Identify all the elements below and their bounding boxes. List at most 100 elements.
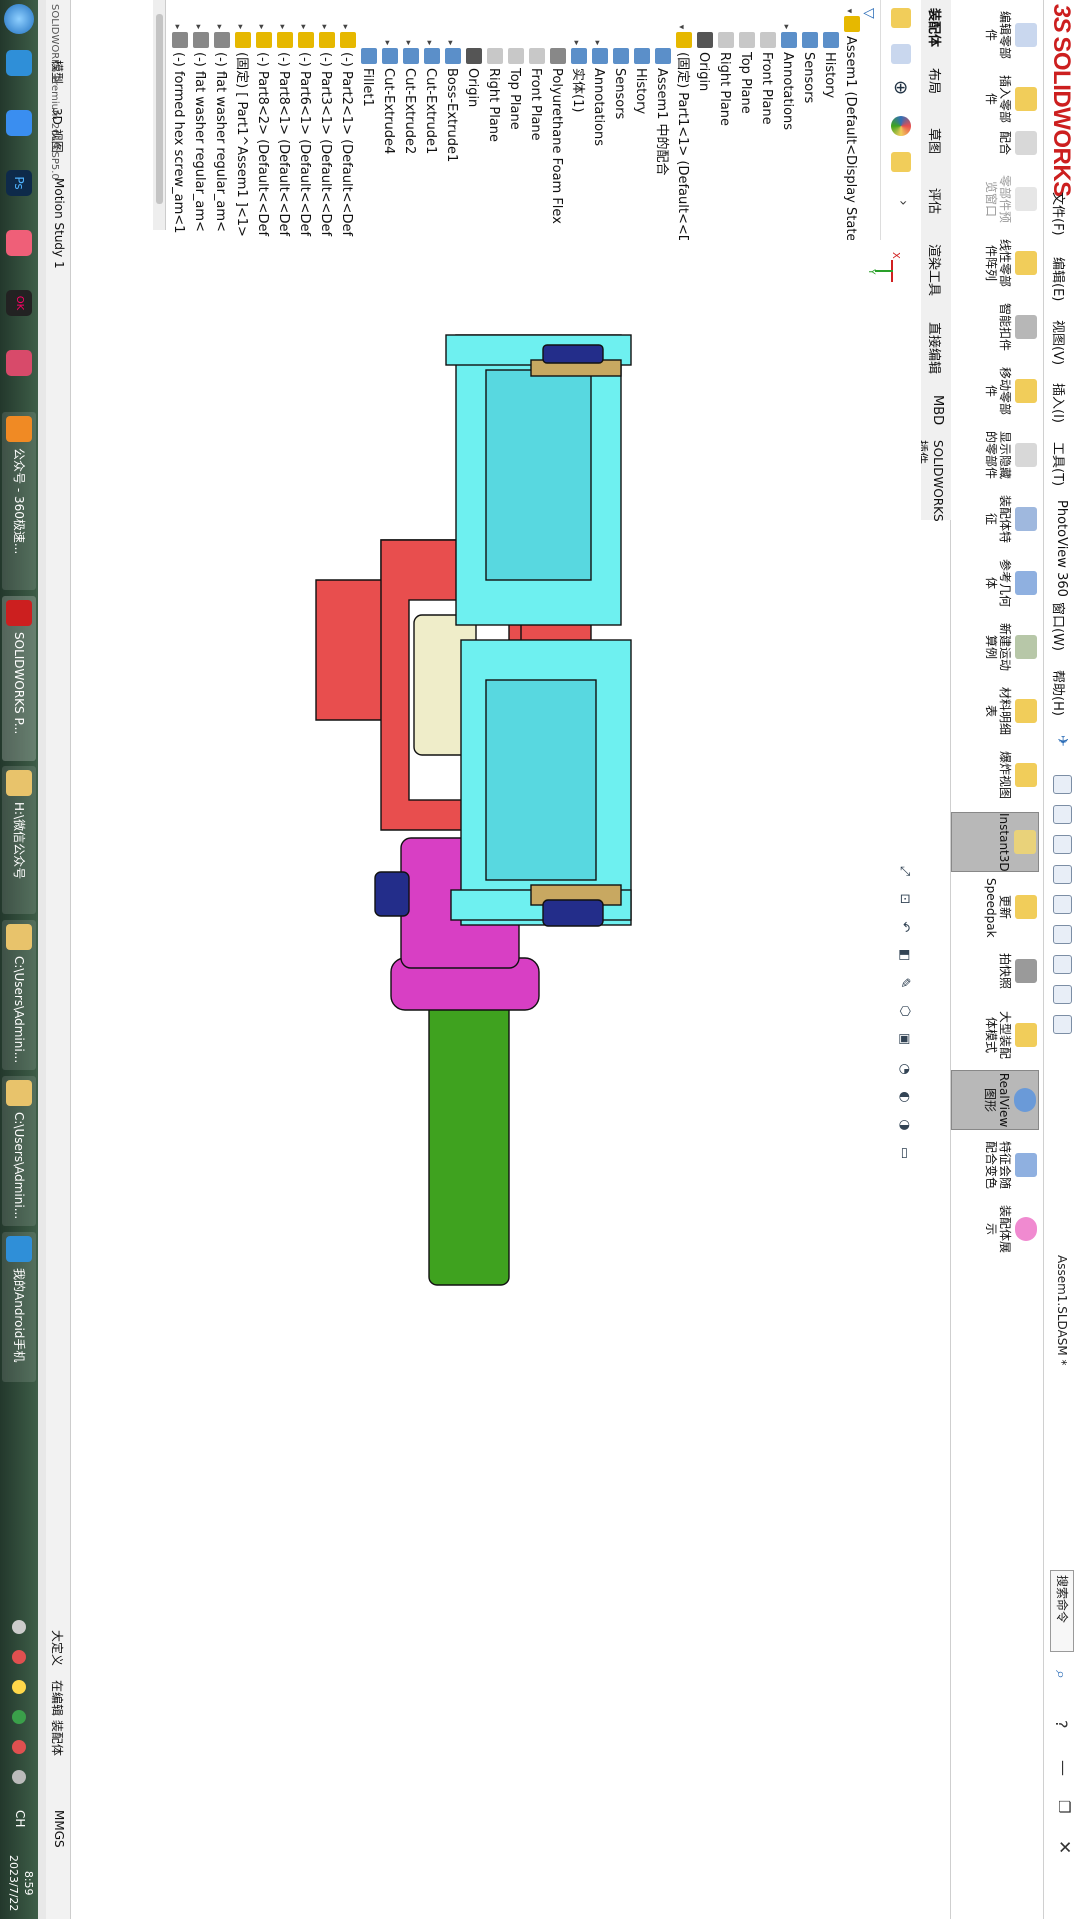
bill-of-materials-button[interactable]: 材料明细表: [953, 682, 1039, 740]
tree-item[interactable]: History: [629, 38, 651, 114]
expand-toggle-icon[interactable]: ▸: [397, 38, 419, 48]
restore-icon[interactable]: ❐: [1055, 1800, 1073, 1813]
tab-render-tools[interactable]: 渲染工具: [926, 244, 945, 296]
realview-graphics-button[interactable]: RealView图形: [951, 1070, 1039, 1130]
large-assembly-mode-button[interactable]: 大型装配体模式: [953, 1006, 1039, 1064]
expand-toggle-icon[interactable]: ▸: [565, 38, 587, 48]
tree-item[interactable]: ▾ (固定) Part1<1> (Default<<D: [671, 22, 693, 240]
component-preview-button[interactable]: 零部件预览窗口: [953, 170, 1039, 228]
tab-motion-study[interactable]: Motion Study 1: [52, 178, 66, 269]
tray-volume-icon[interactable]: [12, 1770, 26, 1784]
assembly-model[interactable]: [71, 240, 921, 1919]
show-hidden-button[interactable]: 显示隐藏的零部件: [953, 426, 1039, 484]
tree-item[interactable]: ▸ Annotations: [776, 22, 798, 130]
home-icon[interactable]: [1053, 775, 1072, 794]
open-icon[interactable]: [1053, 835, 1072, 854]
tree-item[interactable]: ▸ 实体(1): [566, 38, 588, 112]
search-commands-box[interactable]: 搜索命令: [1050, 1570, 1074, 1652]
expand-toggle-icon[interactable]: ▸: [439, 38, 461, 48]
browser-icon[interactable]: [6, 110, 32, 136]
tree-item[interactable]: History: [818, 22, 840, 98]
expand-toggle-icon[interactable]: ▸: [292, 22, 314, 32]
taskbar-folder-window[interactable]: C:\Users\Admini...: [2, 1076, 36, 1226]
tree-item[interactable]: ▸ (-) flat washer regular_am<: [188, 22, 210, 232]
menu-window[interactable]: 窗口(W): [1050, 602, 1069, 651]
options-gear-icon[interactable]: [1053, 1015, 1072, 1034]
tree-item[interactable]: Sensors: [797, 22, 819, 103]
undo-icon[interactable]: [1053, 925, 1072, 944]
tree-item[interactable]: ▸ (-) flat washer regular_am<: [209, 22, 231, 232]
linear-pattern-button[interactable]: 线性零部件阵列: [953, 234, 1039, 292]
property-manager-tab-icon[interactable]: [891, 44, 911, 64]
expand-toggle-icon[interactable]: ▸: [334, 22, 356, 32]
expand-toggle-icon[interactable]: ▸: [187, 22, 209, 32]
menu-tools[interactable]: 工具(T): [1050, 442, 1069, 486]
tree-item[interactable]: ▸ Boss-Extrude1: [440, 38, 462, 162]
tree-item[interactable]: Top Plane: [503, 38, 525, 130]
mate-color-button[interactable]: 特征会随配合变色: [953, 1136, 1039, 1194]
menu-insert[interactable]: 插入(I): [1050, 383, 1069, 423]
tab-layout[interactable]: 布局: [926, 68, 945, 94]
menu-view[interactable]: 视图(V): [1050, 320, 1069, 365]
menu-help[interactable]: 帮助(H): [1050, 670, 1069, 716]
expand-toggle-icon[interactable]: ▾: [838, 6, 860, 16]
expand-toggle-icon[interactable]: ▸: [586, 38, 608, 48]
instant3d-button[interactable]: Instant3D: [951, 812, 1039, 872]
tree-item[interactable]: Polyurethane Foam Flex: [545, 38, 567, 224]
tree-item[interactable]: ▸ (-) Part3<1> (Default<<Def: [314, 22, 336, 236]
system-clock[interactable]: 8:59 2023/7/22: [6, 1855, 36, 1911]
tree-item[interactable]: ▸ (-) Part8<1> (Default<<Def: [272, 22, 294, 236]
exploded-view-button[interactable]: 爆炸视图: [953, 746, 1039, 804]
solidworks-logo[interactable]: 3S SOLIDWORKS: [1047, 4, 1075, 197]
tray-security-icon[interactable]: [12, 1650, 26, 1664]
tree-item[interactable]: Origin: [692, 22, 714, 91]
tree-item[interactable]: Right Plane: [713, 22, 735, 126]
tree-item[interactable]: Top Plane: [734, 22, 756, 114]
tree-item[interactable]: ▾ Assem1 (Default<Display State-: [839, 6, 861, 240]
new-motion-study-button[interactable]: 新建运动算例: [953, 618, 1039, 676]
assembly-features-button[interactable]: 装配体特征: [953, 490, 1039, 548]
tab-sketch[interactable]: 草图: [926, 128, 945, 154]
expand-toggle-icon[interactable]: ▸: [208, 22, 230, 32]
smart-fasteners-button[interactable]: 智能扣件: [953, 298, 1039, 356]
tree-item[interactable]: Fillet1: [356, 38, 378, 107]
screen-recorder-icon[interactable]: OK: [6, 290, 32, 316]
taskbar-folder-window[interactable]: C:\Users\Admini...: [2, 920, 36, 1070]
tree-item[interactable]: Sensors: [608, 38, 630, 119]
expand-toggle-icon[interactable]: ▾: [670, 22, 692, 32]
taskbar-app-icon[interactable]: [6, 50, 32, 76]
tab-assembly[interactable]: 装配体: [926, 8, 945, 47]
menu-file[interactable]: 文件(F): [1050, 192, 1069, 236]
expand-toggle-icon[interactable]: ▸: [775, 22, 797, 32]
mate-button[interactable]: 配合: [953, 118, 1039, 168]
start-button[interactable]: [4, 4, 34, 34]
minimize-icon[interactable]: —: [1054, 1760, 1073, 1776]
expand-toggle-icon[interactable]: ▸: [250, 22, 272, 32]
close-icon[interactable]: ✕: [1054, 1840, 1074, 1854]
chevron-right-icon[interactable]: ›: [895, 200, 911, 206]
hex-nut-side[interactable]: [374, 871, 410, 917]
photoshop-icon[interactable]: Ps: [6, 170, 32, 196]
tab-evaluate[interactable]: 评估: [926, 188, 945, 214]
rod-shaft[interactable]: [428, 999, 510, 1286]
status-units[interactable]: MMGS: [52, 1810, 66, 1848]
graphics-area[interactable]: ⤢ ⊡ ↶ ◧ ✎ ⬡ ▣ ◔ ◐ ◑ ▭ X Y: [71, 240, 921, 1919]
expand-toggle-icon[interactable]: ▸: [418, 38, 440, 48]
appearance-tab-icon[interactable]: [891, 116, 911, 136]
tree-item[interactable]: ▸ Cut-Extrude4: [377, 38, 399, 154]
feature-manager-tab-icon[interactable]: [891, 8, 911, 28]
tree-horizontal-scrollbar[interactable]: [153, 0, 166, 230]
select-icon[interactable]: [1053, 955, 1072, 974]
reference-geometry-button[interactable]: 参考几何体: [953, 554, 1039, 612]
tree-item[interactable]: ▸ (固定) [ Part1^Assem1 ]<1>: [230, 22, 252, 237]
tree-item[interactable]: Front Plane: [755, 22, 777, 125]
tab-direct-editing[interactable]: 直接编辑: [926, 322, 945, 374]
print-icon[interactable]: [1053, 895, 1072, 914]
scroll-thumb[interactable]: [156, 14, 163, 204]
expand-toggle-icon[interactable]: ▸: [313, 22, 335, 32]
expand-toggle-icon[interactable]: ▸: [271, 22, 293, 32]
tree-item[interactable]: Assem1 中的配合: [650, 38, 672, 176]
taskbar-browser-window[interactable]: 公众号 - 360极速...: [2, 412, 36, 590]
lower-nut[interactable]: [542, 899, 604, 927]
assembly-visualization-button[interactable]: 装配体展示: [953, 1200, 1039, 1258]
